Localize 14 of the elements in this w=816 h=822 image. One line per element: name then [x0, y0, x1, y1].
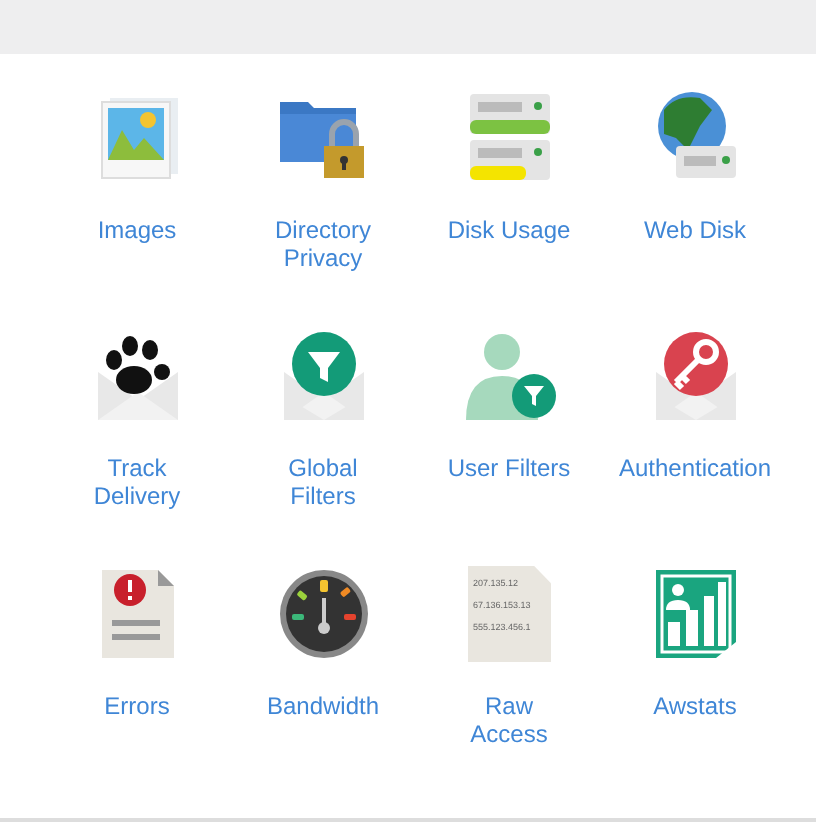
tool-link[interactable]: Authentication [618, 454, 772, 482]
tool-link[interactable]: Bandwidth [266, 692, 380, 720]
tool-link[interactable]: Raw Access [447, 692, 571, 748]
tool-link[interactable]: Images [97, 216, 177, 244]
tool-link[interactable]: Global Filters [261, 454, 385, 510]
tool-link[interactable]: User Filters [447, 454, 571, 482]
tool-link[interactable]: Errors [104, 692, 170, 720]
gauge-icon [275, 566, 371, 662]
tool-link[interactable]: Web Disk [643, 216, 747, 244]
tool-link[interactable]: Directory Privacy [261, 216, 385, 272]
user-filter-icon [461, 328, 557, 424]
tool-link[interactable]: Disk Usage [447, 216, 571, 244]
tool-link[interactable]: Track Delivery [75, 454, 199, 510]
tool-link[interactable]: Awstats [653, 692, 737, 720]
